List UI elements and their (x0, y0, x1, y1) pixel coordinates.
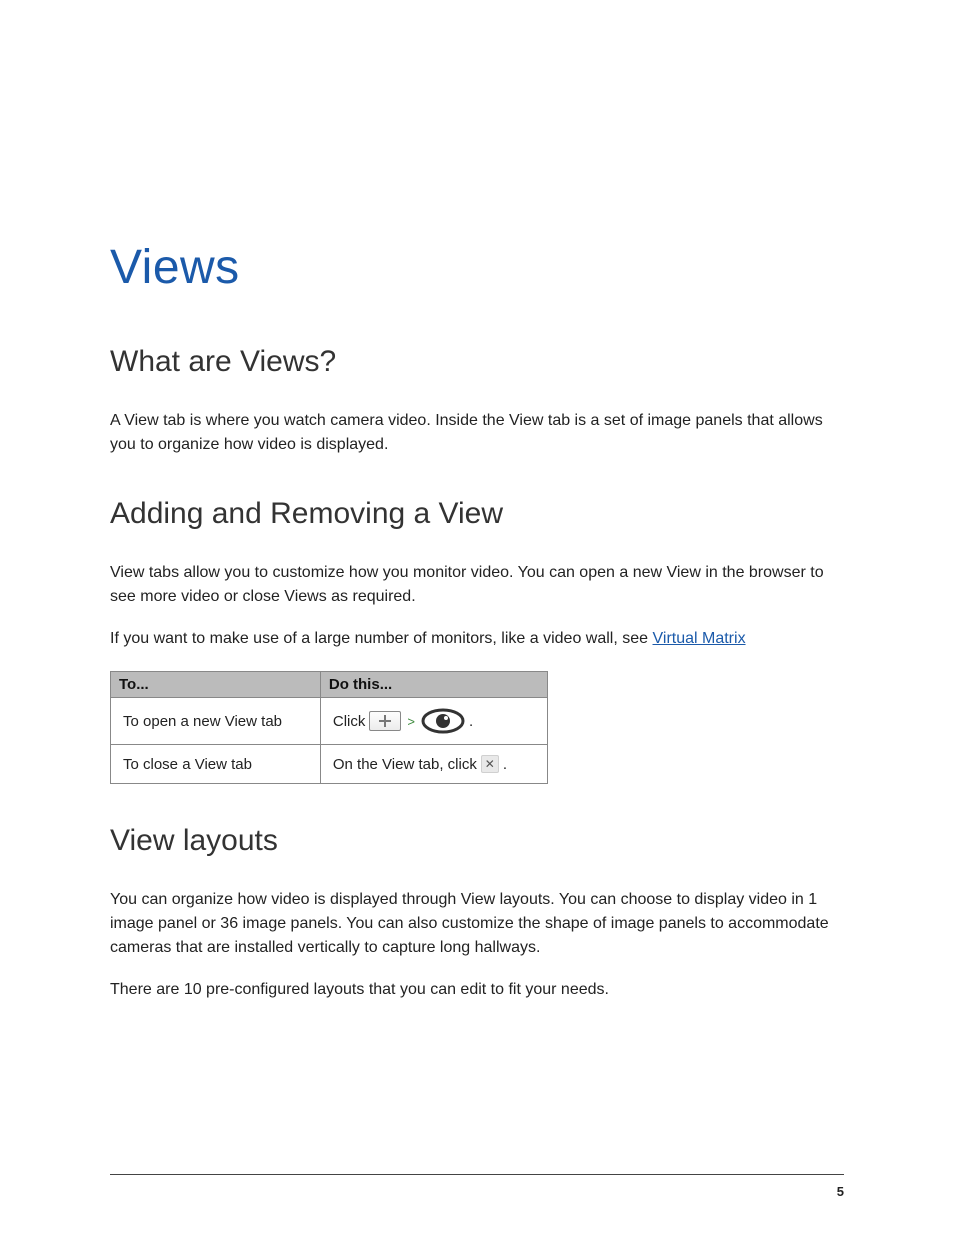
text-run: On the View tab, click (333, 756, 477, 773)
text-run: If you want to make use of a large numbe… (110, 630, 653, 647)
section-heading-view-layouts: View layouts (110, 824, 844, 858)
table-cell-do: Click > . (320, 698, 547, 745)
close-icon: ✕ (481, 755, 499, 773)
page-number: 5 (837, 1184, 844, 1199)
table-cell-to: To open a new View tab (111, 698, 321, 745)
document-page: Views What are Views? A View tab is wher… (0, 0, 954, 1235)
table-cell-do: On the View tab, click ✕ . (320, 745, 547, 784)
paragraph: There are 10 pre-configured layouts that… (110, 978, 844, 1002)
footer-rule (110, 1174, 844, 1175)
plus-button-icon (369, 711, 401, 731)
table-row: To open a new View tab Click > (111, 698, 548, 745)
text-run: . (469, 713, 473, 730)
text-run: . (503, 756, 507, 773)
table-cell-to: To close a View tab (111, 745, 321, 784)
paragraph: View tabs allow you to customize how you… (110, 561, 844, 609)
section-heading-what-are-views: What are Views? (110, 345, 844, 379)
page-title: Views (110, 240, 844, 295)
section-heading-adding-removing: Adding and Removing a View (110, 497, 844, 531)
paragraph: You can organize how video is displayed … (110, 888, 844, 960)
eye-icon (421, 708, 465, 734)
paragraph: A View tab is where you watch camera vid… (110, 409, 844, 457)
actions-table: To... Do this... To open a new View tab … (110, 671, 548, 784)
breadcrumb-separator-icon: > (405, 714, 417, 729)
text-run: Click (333, 713, 366, 730)
table-header-do: Do this... (320, 672, 547, 698)
table-row: To close a View tab On the View tab, cli… (111, 745, 548, 784)
paragraph: If you want to make use of a large numbe… (110, 627, 844, 651)
table-header-to: To... (111, 672, 321, 698)
link-virtual-matrix[interactable]: Virtual Matrix (653, 630, 746, 647)
